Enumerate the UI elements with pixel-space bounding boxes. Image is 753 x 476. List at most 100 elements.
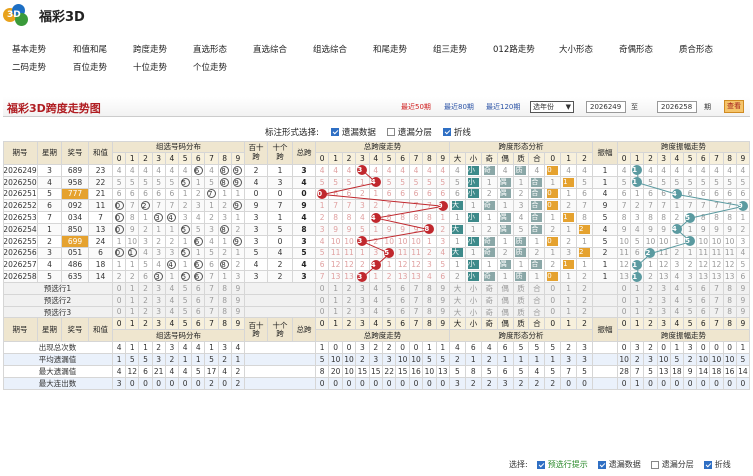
- predict-row-label[interactable]: 预选行2: [3, 294, 113, 307]
- predict-digit[interactable]: 0: [316, 294, 330, 307]
- predict-form[interactable]: 合: [529, 306, 546, 319]
- predict-digit[interactable]: 0: [618, 294, 632, 307]
- missing-data-checkbox[interactable]: [330, 128, 339, 136]
- predict-digit[interactable]: 6: [192, 283, 206, 295]
- predict-form[interactable]: 奇: [481, 306, 498, 319]
- predict-digit[interactable]: 1: [126, 283, 140, 295]
- footer-layer-checkbox[interactable]: [650, 460, 659, 469]
- polyline-checkbox[interactable]: [442, 128, 451, 136]
- predict-digit[interactable]: 3: [152, 294, 166, 307]
- predict-form[interactable]: 奇: [481, 283, 498, 295]
- predict-digit[interactable]: 1: [631, 283, 645, 295]
- predict-form[interactable]: 奇: [481, 294, 498, 307]
- predict-form[interactable]: 0: [545, 306, 562, 319]
- predict-digit[interactable]: 9: [231, 283, 245, 295]
- nav-link-1[interactable]: 和值和尾: [73, 43, 107, 55]
- predict-digit[interactable]: 3: [152, 306, 166, 319]
- footer-polyline-checkbox[interactable]: [703, 460, 712, 469]
- predict-digit[interactable]: 5: [383, 306, 397, 319]
- predict-digit[interactable]: 9: [231, 306, 245, 319]
- predict-digit[interactable]: 3: [657, 283, 671, 295]
- nav-link-12[interactable]: 二码走势: [12, 61, 46, 73]
- predict-digit[interactable]: 8: [423, 294, 437, 307]
- predict-digit[interactable]: 9: [436, 283, 450, 295]
- nav-link-5[interactable]: 组选综合: [313, 43, 347, 55]
- predict-hint-checkbox[interactable]: [536, 460, 545, 469]
- predict-digit[interactable]: 2: [342, 294, 357, 307]
- nav-link-8[interactable]: 012路走势: [493, 43, 535, 55]
- predict-digit[interactable]: 5: [684, 283, 698, 295]
- nav-link-10[interactable]: 奇偶形态: [619, 43, 653, 55]
- predict-digit[interactable]: 2: [139, 306, 153, 319]
- nav-link-0[interactable]: 基本走势: [12, 43, 46, 55]
- predict-digit[interactable]: 1: [126, 306, 140, 319]
- predict-form[interactable]: 2: [577, 283, 593, 295]
- predict-digit[interactable]: 0: [316, 283, 330, 295]
- predict-form[interactable]: 合: [529, 294, 546, 307]
- nav-link-13[interactable]: 百位走势: [73, 61, 107, 73]
- predict-digit[interactable]: 3: [356, 306, 370, 319]
- predict-digit[interactable]: 8: [723, 306, 737, 319]
- predict-form[interactable]: 大: [450, 283, 466, 295]
- predict-digit[interactable]: 4: [670, 306, 684, 319]
- predict-row-label[interactable]: 预选行1: [3, 283, 113, 295]
- predict-digit[interactable]: 0: [316, 306, 330, 319]
- footer-missing-checkbox[interactable]: [597, 460, 606, 469]
- predict-digit[interactable]: 8: [423, 306, 437, 319]
- predict-digit[interactable]: 2: [644, 294, 658, 307]
- predict-digit[interactable]: 2: [342, 283, 357, 295]
- predict-digit[interactable]: 1: [631, 306, 645, 319]
- predict-digit[interactable]: 8: [723, 283, 737, 295]
- predict-digit[interactable]: 5: [383, 294, 397, 307]
- predict-digit[interactable]: 1: [329, 306, 343, 319]
- predict-form[interactable]: 小: [465, 283, 482, 295]
- predict-digit[interactable]: 9: [736, 283, 750, 295]
- predict-digit[interactable]: 4: [165, 294, 179, 307]
- predict-digit[interactable]: 6: [697, 306, 711, 319]
- predict-digit[interactable]: 3: [657, 294, 671, 307]
- nav-link-2[interactable]: 跨度走势: [133, 43, 167, 55]
- predict-digit[interactable]: 4: [165, 283, 179, 295]
- predict-form[interactable]: 质: [513, 283, 530, 295]
- predict-digit[interactable]: 9: [736, 294, 750, 307]
- predict-form[interactable]: 小: [465, 306, 482, 319]
- recent-120-link[interactable]: 最近120期: [486, 102, 520, 112]
- from-issue-input[interactable]: 2026249: [586, 101, 626, 113]
- predict-digit[interactable]: 5: [179, 306, 193, 319]
- predict-digit[interactable]: 1: [329, 283, 343, 295]
- predict-digit[interactable]: 6: [396, 283, 410, 295]
- nav-link-3[interactable]: 直选形态: [193, 43, 227, 55]
- predict-digit[interactable]: 6: [396, 306, 410, 319]
- predict-digit[interactable]: 9: [436, 294, 450, 307]
- nav-link-14[interactable]: 十位走势: [133, 61, 167, 73]
- predict-digit[interactable]: 7: [205, 294, 219, 307]
- nav-link-7[interactable]: 组三走势: [433, 43, 467, 55]
- predict-digit[interactable]: 0: [113, 294, 127, 307]
- predict-row-label[interactable]: 预选行3: [3, 306, 113, 319]
- predict-digit[interactable]: 1: [329, 294, 343, 307]
- predict-digit[interactable]: 5: [179, 283, 193, 295]
- predict-digit[interactable]: 3: [657, 306, 671, 319]
- predict-digit[interactable]: 5: [684, 294, 698, 307]
- predict-digit[interactable]: 7: [409, 283, 424, 295]
- predict-digit[interactable]: 7: [710, 294, 724, 307]
- predict-digit[interactable]: 3: [356, 283, 370, 295]
- predict-digit[interactable]: 4: [165, 306, 179, 319]
- predict-form[interactable]: 偶: [497, 294, 514, 307]
- predict-form[interactable]: 1: [561, 306, 578, 319]
- predict-digit[interactable]: 6: [697, 283, 711, 295]
- predict-digit[interactable]: 4: [369, 283, 383, 295]
- predict-digit[interactable]: 6: [697, 294, 711, 307]
- predict-digit[interactable]: 8: [218, 294, 232, 307]
- predict-digit[interactable]: 6: [192, 306, 206, 319]
- predict-form[interactable]: 合: [529, 283, 546, 295]
- predict-digit[interactable]: 6: [396, 294, 410, 307]
- predict-digit[interactable]: 9: [736, 306, 750, 319]
- predict-form[interactable]: 偶: [497, 306, 514, 319]
- predict-form[interactable]: 2: [577, 306, 593, 319]
- nav-link-15[interactable]: 个位走势: [193, 61, 227, 73]
- predict-digit[interactable]: 0: [113, 283, 127, 295]
- recent-50-link[interactable]: 最近50期: [401, 102, 431, 112]
- predict-digit[interactable]: 7: [409, 294, 424, 307]
- predict-form[interactable]: 1: [561, 283, 578, 295]
